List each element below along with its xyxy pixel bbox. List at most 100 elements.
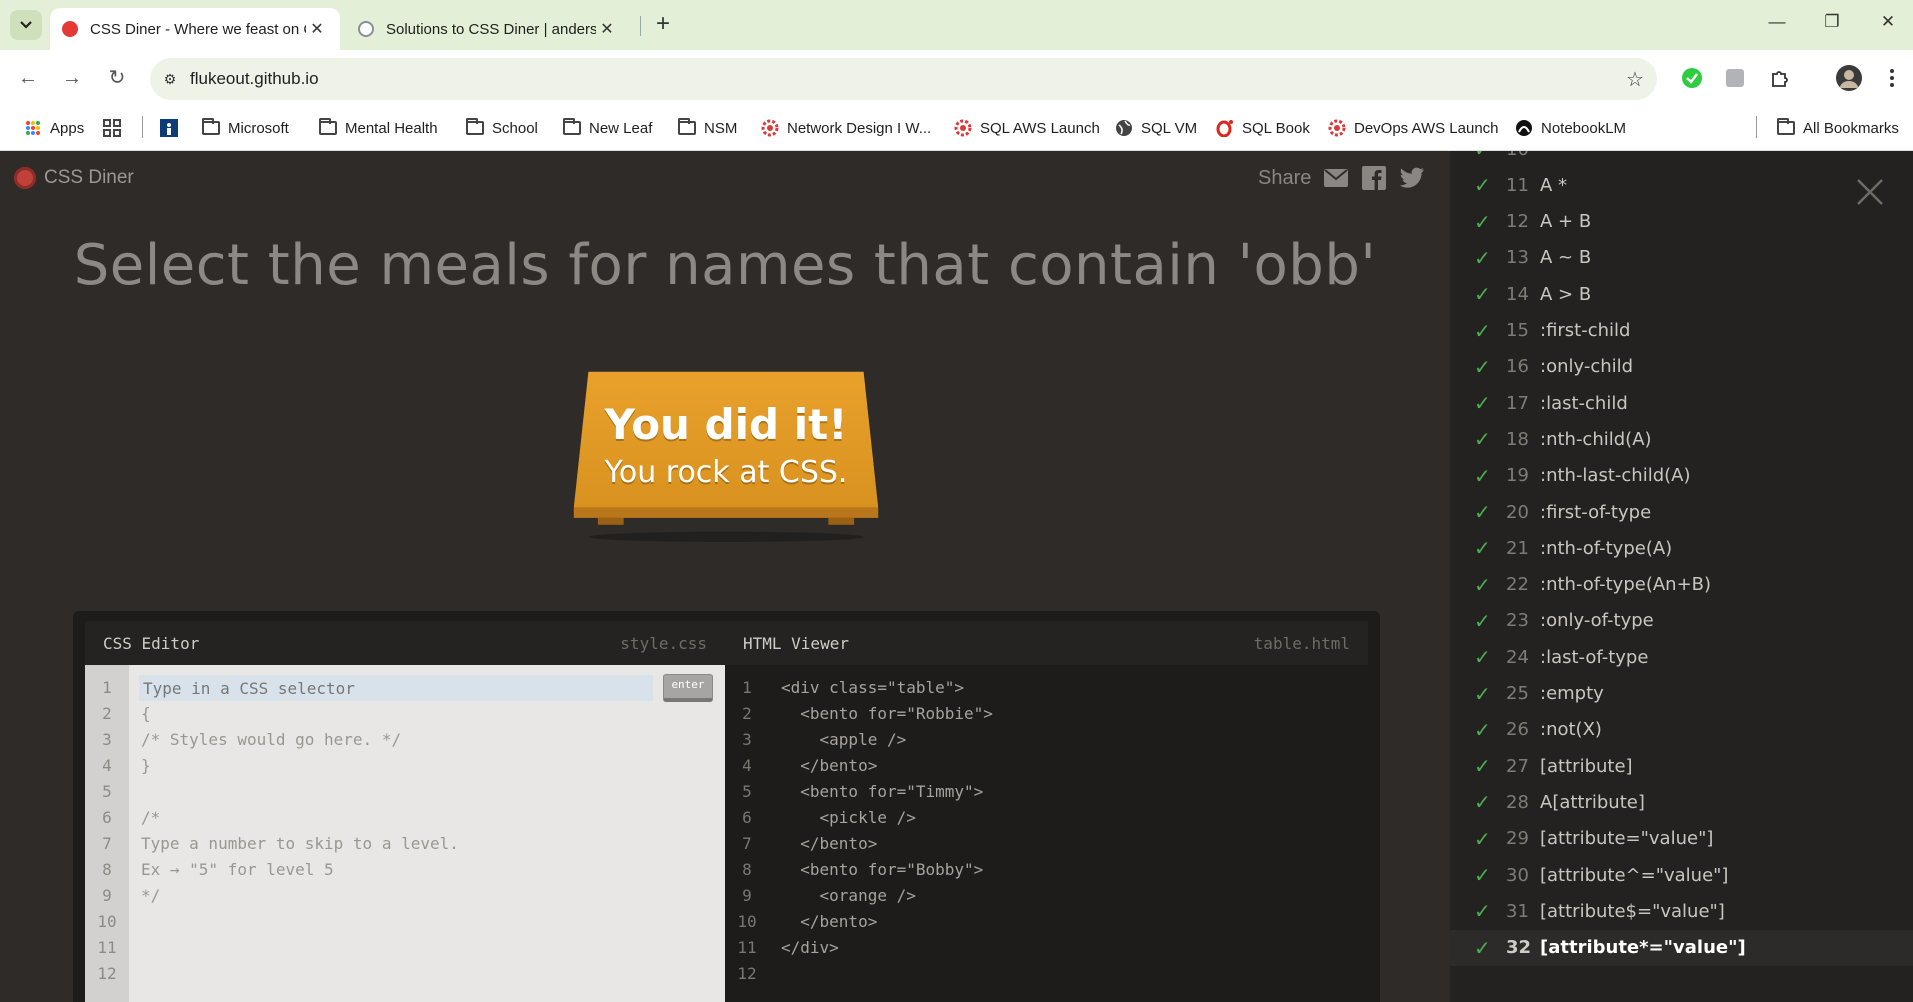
- level-item-23[interactable]: ✓ 23:only-of-type: [1450, 603, 1913, 639]
- level-item-10[interactable]: ✓ 10: [1450, 151, 1913, 167]
- extensions-puzzle-icon[interactable]: [1768, 66, 1792, 90]
- level-item-21[interactable]: ✓ 21:nth-of-type(A): [1450, 530, 1913, 566]
- back-button[interactable]: ←: [14, 64, 42, 92]
- bookmark-label: New Leaf: [589, 119, 653, 137]
- minimize-button[interactable]: —: [1757, 12, 1797, 38]
- level-number: 16: [1506, 356, 1529, 378]
- level-name: :nth-child(A): [1540, 428, 1652, 450]
- bookmark-sql-aws-launch[interactable]: SQL AWS Launch: [954, 116, 1100, 140]
- level-item-30[interactable]: ✓ 30 [attribute^="value"]: [1450, 857, 1913, 893]
- site-info-icon[interactable]: ⚙: [150, 71, 190, 88]
- url-text: flukeout.github.io: [190, 69, 319, 88]
- enter-button[interactable]: enter: [663, 674, 713, 702]
- level-item-25[interactable]: ✓ 25:empty: [1450, 676, 1913, 712]
- html-code-line: </bento>: [781, 834, 878, 853]
- level-name: :only-child: [1540, 356, 1634, 378]
- bookmark-apps[interactable]: Apps: [24, 116, 84, 140]
- checkmark-icon: ✓: [1474, 754, 1491, 779]
- profile-avatar[interactable]: [1835, 64, 1863, 92]
- facebook-icon[interactable]: [1361, 165, 1387, 191]
- bookmark-grid[interactable]: [103, 116, 129, 140]
- bookmark-folder-school[interactable]: School: [466, 116, 538, 140]
- tab-css-diner[interactable]: CSS Diner - Where we feast on CSS Select…: [50, 8, 340, 50]
- line-number: 11: [737, 938, 757, 957]
- level-item-26[interactable]: ✓ 26:not(X): [1450, 712, 1913, 748]
- close-tab-icon[interactable]: ✕: [596, 19, 618, 39]
- level-number: 23: [1506, 610, 1529, 632]
- bookmark-folder-new-leaf[interactable]: New Leaf: [563, 116, 652, 140]
- tab-solutions[interactable]: Solutions to CSS Diner | andersonsilva.n…: [346, 8, 630, 50]
- bookmark-label: SQL AWS Launch: [980, 119, 1100, 137]
- restore-button[interactable]: ❐: [1812, 12, 1852, 38]
- bookmark-devops-aws-launch[interactable]: DevOps AWS Launch: [1328, 116, 1499, 140]
- checkmark-icon: ✓: [1474, 935, 1491, 960]
- level-item-32[interactable]: ✓ 32 [attribute*="value"]: [1450, 929, 1913, 966]
- level-item-22[interactable]: ✓ 22:nth-of-type(An+B): [1450, 567, 1913, 603]
- css-code-line: Type a number to skip to a level.: [141, 834, 459, 853]
- level-item-17[interactable]: ✓ 17:last-child: [1450, 385, 1913, 421]
- browser-menu-icon[interactable]: [1880, 66, 1904, 90]
- level-item-27[interactable]: ✓ 27 [attribute]: [1450, 748, 1913, 784]
- level-item-31[interactable]: ✓ 31 [attribute$="value"]: [1450, 893, 1913, 929]
- level-item-13[interactable]: ✓ 13 A ~ B: [1450, 240, 1913, 276]
- level-name: [attribute="value"]: [1540, 828, 1714, 850]
- email-icon[interactable]: [1323, 165, 1349, 191]
- extension-check-icon[interactable]: [1680, 66, 1704, 90]
- bookmark-folder-nsm[interactable]: NSM: [678, 116, 737, 140]
- new-tab-button[interactable]: +: [650, 12, 676, 38]
- level-item-18[interactable]: ✓ 18:nth-child(A): [1450, 421, 1913, 457]
- close-window-button[interactable]: ✕: [1868, 12, 1908, 38]
- address-bar[interactable]: ⚙ flukeout.github.io ☆: [150, 58, 1657, 100]
- css-file-name: style.css: [620, 633, 707, 653]
- level-item-19[interactable]: ✓ 19:nth-last-child(A): [1450, 458, 1913, 494]
- line-number: 8: [102, 860, 112, 879]
- level-item-28[interactable]: ✓ 28 A[attribute]: [1450, 784, 1913, 820]
- css-code: {/* Styles would go here. */} /* Type a nu…: [141, 675, 459, 987]
- level-item-20[interactable]: ✓ 20:first-of-type: [1450, 494, 1913, 530]
- bookmark-folder-microsoft[interactable]: Microsoft: [202, 116, 289, 140]
- bookmark-folder-mental-health[interactable]: Mental Health: [319, 116, 438, 140]
- level-name: A *: [1540, 174, 1568, 196]
- level-item-11[interactable]: ✓ 11 A *: [1450, 167, 1913, 203]
- close-tab-icon[interactable]: ✕: [306, 19, 328, 39]
- level-name: :last-of-type: [1540, 646, 1649, 668]
- level-item-14[interactable]: ✓ 14 A > B: [1450, 276, 1913, 312]
- close-menu-icon[interactable]: [1855, 177, 1885, 207]
- bookmark-notebooklm[interactable]: NotebookLM: [1515, 116, 1626, 140]
- bookmark-sql-vm[interactable]: SQL VM: [1115, 116, 1197, 140]
- twitter-icon[interactable]: [1399, 165, 1425, 191]
- css-selector-input[interactable]: [139, 675, 653, 701]
- bookmark-star-icon[interactable]: ☆: [1613, 67, 1657, 92]
- css-editor: 1 2 3 4 5 6 7 8 9 10 11 12 {/* Styles would go here…: [85, 665, 725, 1002]
- css-diner-logo[interactable]: CSS Diner: [14, 167, 134, 189]
- level-item-15[interactable]: ✓ 15:first-child: [1450, 313, 1913, 349]
- html-code: <div class="table"> <bento for="Robbie">…: [781, 675, 993, 987]
- html-viewer: 1 2 3 4 5 6 7 8 9 10 11 12 <div class="table"> <ben…: [725, 665, 1368, 1002]
- css-editor-title: CSS Editor: [103, 633, 200, 653]
- logo-text: CSS Diner: [44, 167, 134, 188]
- level-item-12[interactable]: ✓ 12 A + B: [1450, 204, 1913, 240]
- level-item-29[interactable]: ✓ 29 [attribute="value"]: [1450, 821, 1913, 857]
- notebooklm-icon: [1515, 119, 1533, 137]
- forward-button[interactable]: →: [58, 64, 86, 92]
- checkmark-icon: ✓: [1474, 826, 1491, 851]
- bookmark-sql-book[interactable]: SQL Book: [1216, 116, 1310, 140]
- level-item-16[interactable]: ✓ 16:only-child: [1450, 349, 1913, 385]
- bookmark-network-design[interactable]: Network Design I W...: [761, 116, 931, 140]
- css-code-line: [141, 909, 459, 935]
- level-list: ✓ 10 ✓ 11 A * ✓ 12 A + B ✓ 13 A ~ B ✓ 14 A > B ✓ 15:fir…: [1450, 151, 1913, 1002]
- css-code-line: /* Styles would go here. */: [141, 730, 402, 749]
- line-number: 3: [742, 730, 752, 749]
- html-code-line: <apple />: [781, 730, 907, 749]
- level-number: 15: [1506, 320, 1529, 341]
- bookmark-label: NotebookLM: [1541, 119, 1627, 137]
- level-item-24[interactable]: ✓ 24:last-of-type: [1450, 639, 1913, 675]
- tab-search-button[interactable]: [10, 10, 42, 40]
- level-name: :nth-last-child(A): [1540, 465, 1691, 487]
- bookmark-all-bookmarks[interactable]: All Bookmarks: [1777, 116, 1899, 140]
- bookmark-site[interactable]: [160, 116, 186, 140]
- reload-button[interactable]: ↻: [103, 64, 131, 92]
- line-number: 7: [742, 834, 752, 853]
- extension-icon[interactable]: [1723, 66, 1747, 90]
- level-number: 31: [1506, 900, 1529, 922]
